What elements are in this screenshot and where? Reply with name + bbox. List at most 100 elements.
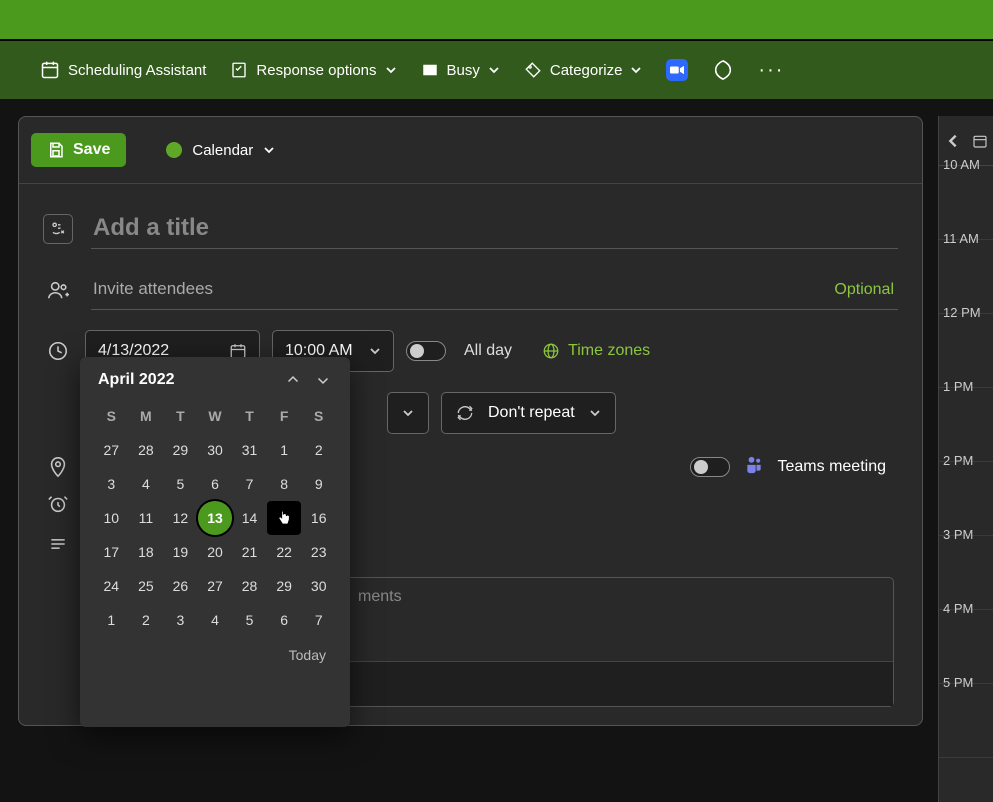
calendar-day[interactable]: 24 [94,569,129,603]
addin-icon[interactable] [712,59,734,81]
weekday-header: F [267,399,302,433]
time-slot[interactable]: 5 PM [939,684,993,758]
repeat-dropdown[interactable]: Don't repeat [441,392,616,434]
scheduling-assistant-label: Scheduling Assistant [68,62,206,79]
weekday-header: M [129,399,164,433]
calendar-day[interactable]: 13 [198,501,233,535]
calendar-day[interactable]: 14 [232,501,267,535]
calendar-day[interactable]: 6 [267,603,302,637]
weekday-header: S [301,399,336,433]
calendar-selector[interactable]: Calendar [166,142,275,159]
calendar-day[interactable]: 12 [163,501,198,535]
time-slot[interactable]: 12 PM [939,314,993,388]
calendar-day[interactable]: 5 [232,603,267,637]
calendar-day[interactable]: 23 [301,535,336,569]
optional-link[interactable]: Optional [834,281,894,299]
more-button[interactable]: ··· [758,59,784,82]
time-zones-label: Time zones [568,342,650,360]
response-options-label: Response options [256,62,376,79]
calendar-day[interactable]: 1 [267,433,302,467]
calendar-day[interactable]: 16 [301,501,336,535]
weekday-header: T [163,399,198,433]
calendar-day[interactable]: 25 [129,569,164,603]
save-label: Save [73,141,110,159]
calendar-day[interactable]: 3 [94,467,129,501]
end-time-dropdown[interactable] [387,392,429,434]
calendar-day[interactable]: 19 [163,535,198,569]
calendar-day[interactable]: 1 [94,603,129,637]
calendar-day[interactable]: 2 [301,433,336,467]
calendar-day[interactable]: 31 [232,433,267,467]
time-slot[interactable]: 11 AM [939,240,993,314]
zoom-addin-icon[interactable] [666,59,688,81]
repeat-label: Don't repeat [488,404,575,422]
calendar-color-dot [166,142,182,158]
calendar-day[interactable]: 2 [129,603,164,637]
time-slot[interactable]: 2 PM [939,462,993,536]
calendar-day[interactable]: 7 [232,467,267,501]
time-label: 10 AM [943,157,980,172]
reminder-icon [43,489,73,519]
busy-button[interactable]: Busy [421,61,500,79]
time-label: 5 PM [943,675,973,690]
calendar-day[interactable]: 27 [94,433,129,467]
calendar-day[interactable]: 4 [129,467,164,501]
save-button[interactable]: Save [31,133,126,167]
teams-toggle[interactable] [690,457,730,477]
timeline-calendar-icon[interactable] [972,133,988,149]
teams-label: Teams meeting [778,458,887,476]
calendar-day[interactable]: 26 [163,569,198,603]
calendar-day[interactable]: 20 [198,535,233,569]
time-slot[interactable]: 1 PM [939,388,993,462]
weekday-header: S [94,399,129,433]
calendar-day[interactable]: 28 [129,433,164,467]
attendees-input[interactable] [91,269,898,310]
time-slot[interactable]: 4 PM [939,610,993,684]
calendar-day[interactable]: 28 [232,569,267,603]
scheduling-assistant-button[interactable]: Scheduling Assistant [40,60,206,80]
calendar-day[interactable]: 30 [301,569,336,603]
next-month-icon[interactable] [314,371,332,389]
time-slot[interactable]: 3 PM [939,536,993,610]
categorize-button[interactable]: Categorize [524,61,643,79]
time-label: 1 PM [943,379,973,394]
calendar-day[interactable]: 29 [163,433,198,467]
calendar-label: Calendar [192,142,253,159]
calendar-day[interactable]: 17 [94,535,129,569]
today-button[interactable]: Today [94,637,336,663]
prev-month-icon[interactable] [284,371,302,389]
time-label: 2 PM [943,453,973,468]
calendar-day[interactable]: 30 [198,433,233,467]
calendar-day[interactable]: 21 [232,535,267,569]
time-label: 4 PM [943,601,973,616]
calendar-day[interactable]: 18 [129,535,164,569]
emoji-picker-icon[interactable] [43,214,73,244]
calendar-day[interactable]: 10 [94,501,129,535]
calendar-day[interactable]: 9 [301,467,336,501]
calendar-day[interactable]: 11 [129,501,164,535]
calendar-day[interactable]: 5 [163,467,198,501]
calendar-day[interactable]: 29 [267,569,302,603]
title-input[interactable] [91,208,898,249]
title-row [19,198,922,259]
time-slot[interactable]: 10 AM [939,166,993,240]
calendar-day[interactable]: 4 [198,603,233,637]
time-label: 11 AM [943,231,979,246]
calendar-day[interactable]: 8 [267,467,302,501]
categorize-label: Categorize [550,62,623,79]
calendar-day[interactable]: 22 [267,535,302,569]
calendar-day[interactable]: 27 [198,569,233,603]
response-options-button[interactable]: Response options [230,61,396,79]
calendar-day[interactable] [267,501,302,535]
time-zones-button[interactable]: Time zones [542,342,650,360]
calendar-month-title[interactable]: April 2022 [98,371,174,389]
calendar-grid: SMTWTFS272829303112345678910111213141617… [94,399,336,637]
calendar-day[interactable]: 7 [301,603,336,637]
calendar-day[interactable]: 6 [198,467,233,501]
attendees-row: Optional [19,259,922,320]
all-day-label: All day [464,342,512,360]
calendar-day[interactable]: 3 [163,603,198,637]
timeline-prev-icon[interactable] [945,133,961,149]
all-day-toggle[interactable] [406,341,446,361]
description-placeholder-fragment: ments [358,588,402,606]
